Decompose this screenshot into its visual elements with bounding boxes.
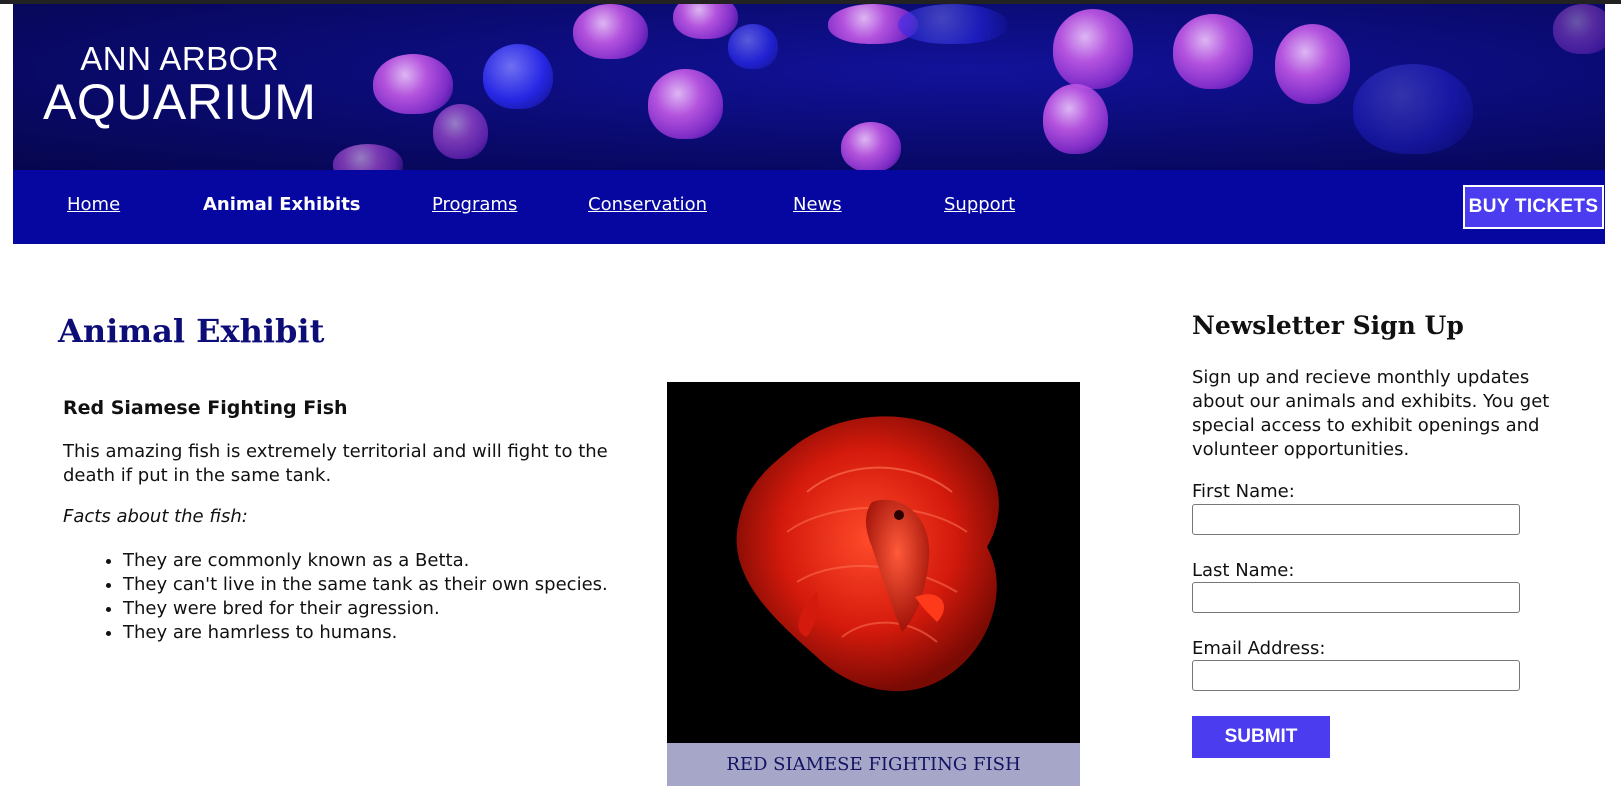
image-caption: RED SIAMESE FIGHTING FISH	[667, 743, 1080, 786]
last-name-label: Last Name:	[1192, 560, 1295, 581]
animal-name: Red Siamese Fighting Fish	[63, 397, 348, 419]
animal-figure: RED SIAMESE FIGHTING FISH	[667, 382, 1080, 786]
nav-programs[interactable]: Programs	[432, 194, 517, 215]
first-name-field[interactable]	[1192, 504, 1520, 535]
list-item: They are hamrless to humans.	[123, 621, 608, 645]
page-title: Animal Exhibit	[58, 312, 325, 350]
email-field[interactable]	[1192, 660, 1520, 691]
jellyfish-decoration	[648, 69, 723, 139]
jellyfish-decoration	[728, 24, 778, 69]
logo-line-2: AQUARIUM	[43, 74, 317, 130]
jellyfish-decoration	[1353, 64, 1473, 154]
jellyfish-decoration	[841, 122, 901, 170]
list-item: They are commonly known as a Betta.	[123, 549, 608, 573]
submit-button[interactable]: SUBMIT	[1192, 716, 1330, 758]
nav-support[interactable]: Support	[944, 194, 1015, 215]
jellyfish-decoration	[673, 4, 738, 39]
newsletter-description: Sign up and recieve monthly updates abou…	[1192, 367, 1550, 460]
jellyfish-decoration	[1053, 9, 1133, 89]
jellyfish-decoration	[1275, 24, 1350, 104]
header-banner: ANN ARBOR AQUARIUM	[13, 4, 1605, 170]
jellyfish-decoration	[483, 44, 553, 109]
jellyfish-decoration	[1553, 4, 1605, 54]
logo-line-1: ANN ARBOR	[80, 40, 280, 77]
jellyfish-decoration	[898, 4, 1008, 44]
jellyfish-decoration	[1173, 14, 1253, 89]
newsletter-title: Newsletter Sign Up	[1192, 311, 1464, 340]
nav-conservation[interactable]: Conservation	[588, 194, 707, 215]
jellyfish-decoration	[333, 144, 403, 170]
animal-description: This amazing fish is extremely territori…	[63, 441, 608, 486]
jellyfish-decoration	[373, 54, 453, 114]
buy-tickets-button[interactable]: BUY TICKETS	[1463, 185, 1604, 229]
main-nav: Home Animal Exhibits Programs Conservati…	[13, 170, 1605, 244]
jellyfish-decoration	[573, 4, 648, 59]
jellyfish-decoration	[433, 104, 488, 159]
facts-list: They are commonly known as a Betta. They…	[63, 549, 608, 645]
nav-home[interactable]: Home	[67, 194, 120, 215]
site-logo[interactable]: ANN ARBOR AQUARIUM	[43, 42, 316, 127]
email-label: Email Address:	[1192, 638, 1326, 659]
list-item: They can't live in the same tank as thei…	[123, 573, 608, 597]
jellyfish-decoration	[1043, 84, 1108, 154]
nav-animal-exhibits[interactable]: Animal Exhibits	[203, 194, 361, 215]
facts-label: Facts about the fish:	[63, 506, 248, 527]
betta-fish-image	[667, 382, 1080, 743]
nav-news[interactable]: News	[793, 194, 842, 215]
first-name-label: First Name:	[1192, 481, 1295, 502]
list-item: They were bred for their agression.	[123, 597, 608, 621]
last-name-field[interactable]	[1192, 582, 1520, 613]
